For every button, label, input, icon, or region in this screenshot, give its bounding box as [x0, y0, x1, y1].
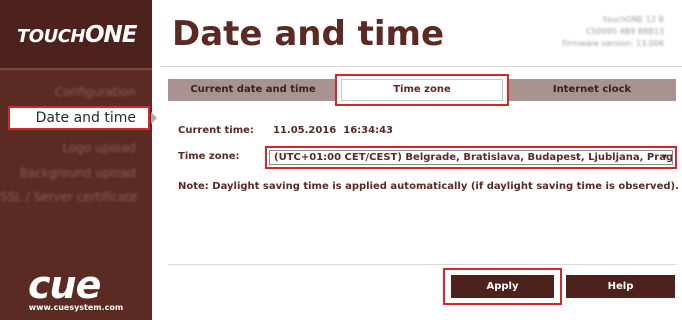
- help-button[interactable]: Help: [566, 275, 675, 298]
- header-divider: [160, 66, 682, 67]
- sidebar-item-configuration[interactable]: Configuration: [0, 81, 150, 103]
- sidebar-item-date-and-time[interactable]: Date and time: [8, 106, 150, 130]
- sidebar-divider: [0, 68, 152, 70]
- time-zone-highlight: (UTC+01:00 CET/CEST) Belgrade, Bratislav…: [265, 146, 677, 169]
- daylight-saving-note: Note: Daylight saving time is applied au…: [178, 181, 679, 192]
- current-time-value: 11.05.2016 16:34:43: [273, 125, 393, 136]
- current-clock: 16:34:43: [343, 125, 393, 136]
- sidebar-header: TOUCHONE: [0, 0, 152, 68]
- firmware-version: Firmware version: 13.006: [562, 39, 664, 48]
- tab-internet-clock[interactable]: Internet clock: [508, 79, 676, 101]
- time-zone-select[interactable]: (UTC+01:00 CET/CEST) Belgrade, Bratislav…: [269, 150, 673, 165]
- touchone-logo: TOUCHONE: [17, 22, 137, 48]
- time-zone-selected-value: (UTC+01:00 CET/CEST) Belgrade, Bratislav…: [274, 152, 673, 163]
- device-name: touchONE 12 B: [603, 15, 664, 24]
- apply-button-highlight: Apply: [443, 268, 562, 305]
- tab-time-zone[interactable]: Time zone: [341, 79, 503, 101]
- cue-logo: cue: [28, 263, 101, 307]
- time-zone-label: Time zone:: [178, 151, 240, 162]
- current-date: 11.05.2016: [273, 125, 337, 136]
- dropdown-arrow-icon[interactable]: ▼: [662, 151, 667, 164]
- device-serial: CS0095 4B9 B8B13: [585, 27, 664, 36]
- current-time-label: Current time:: [178, 125, 254, 136]
- tab-current-date-and-time[interactable]: Current date and time: [168, 79, 338, 101]
- sidebar-item-background-upload[interactable]: Background upload: [0, 162, 150, 184]
- active-item-arrow-icon: [151, 112, 157, 124]
- device-info: touchONE 12 B CS0095 4B9 B8B13 Firmware …: [562, 14, 664, 50]
- sidebar: TOUCHONE Configuration Date and time Log…: [0, 0, 152, 320]
- sidebar-item-certificate[interactable]: SSL / Server certificate: [0, 186, 150, 208]
- sidebar-item-logo-upload[interactable]: Logo upload: [0, 137, 150, 159]
- tab-time-zone-highlight: Time zone: [335, 74, 509, 106]
- apply-button[interactable]: Apply: [451, 275, 554, 298]
- content-divider: [168, 264, 676, 265]
- website-link[interactable]: www.cuesystem.com: [0, 303, 152, 312]
- page-title: Date and time: [172, 14, 445, 54]
